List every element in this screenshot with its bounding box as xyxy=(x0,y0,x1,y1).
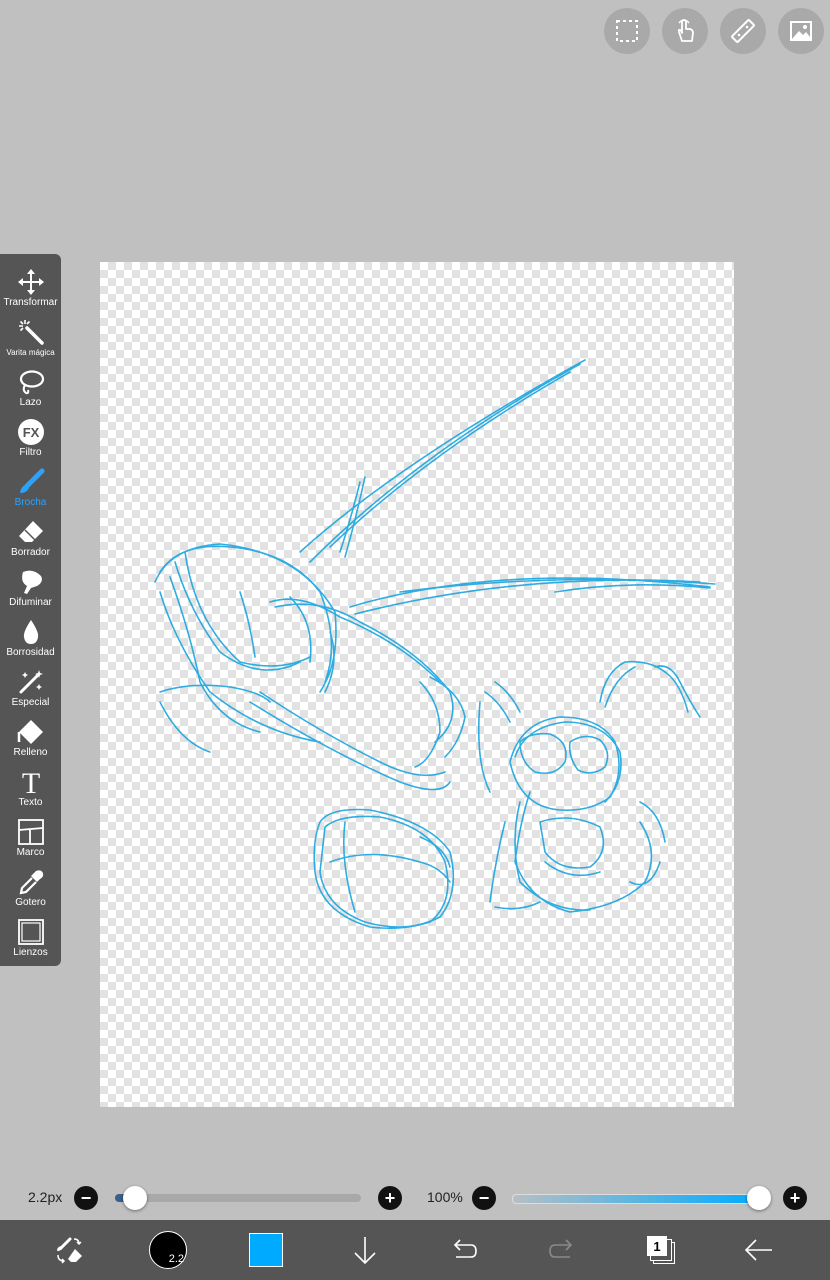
redo-icon xyxy=(549,1239,573,1258)
tool-blur[interactable]: Borrosidad xyxy=(0,609,61,659)
drawing-canvas[interactable] xyxy=(100,262,734,1107)
brush-size-value: 2.2px xyxy=(28,1189,63,1205)
eyedropper-icon xyxy=(19,869,43,894)
opacity-plus-button[interactable]: + xyxy=(783,1186,807,1210)
opacity-value: 100% xyxy=(427,1189,463,1205)
opacity-slider-thumb[interactable] xyxy=(747,1186,771,1210)
opacity-minus-button[interactable]: − xyxy=(472,1186,496,1210)
selection-icon xyxy=(616,20,638,42)
tool-brush[interactable]: Brocha xyxy=(0,459,61,509)
brush-size-slider-thumb[interactable] xyxy=(123,1186,147,1210)
tool-label: Lienzos xyxy=(13,947,48,958)
color-button[interactable] xyxy=(248,1220,284,1280)
tool-lasso[interactable]: Lazo xyxy=(0,359,61,409)
tool-sidebar: Transformar Varita mágica Lazo FX Filtro… xyxy=(0,254,61,966)
hand-button[interactable] xyxy=(662,8,708,54)
image-icon xyxy=(790,21,812,41)
tool-eyedropper[interactable]: Gotero xyxy=(0,859,61,909)
tool-label: Transformar xyxy=(3,297,58,308)
tool-label: Borrador xyxy=(11,547,50,558)
ruler-button[interactable] xyxy=(720,8,766,54)
sketch-drawing xyxy=(154,359,716,930)
undo-icon xyxy=(453,1239,477,1258)
redo-button[interactable] xyxy=(546,1220,580,1280)
droplet-icon xyxy=(23,619,38,644)
brush-size-badge-value: 2.2 xyxy=(168,1253,184,1265)
sparkle-pen-icon xyxy=(19,669,43,693)
swap-brush-eraser-button[interactable] xyxy=(48,1220,90,1280)
tool-label: Difuminar xyxy=(9,597,52,608)
selection-button[interactable] xyxy=(604,8,650,54)
swap-brush-eraser-icon xyxy=(57,1237,82,1264)
tool-label: Relleno xyxy=(13,747,48,758)
tool-smudge[interactable]: Difuminar xyxy=(0,559,61,609)
tool-fill[interactable]: Relleno xyxy=(0,709,61,759)
fx-icon: FX xyxy=(17,418,44,445)
tool-transform[interactable]: Transformar xyxy=(0,259,61,309)
tool-eraser[interactable]: Borrador xyxy=(0,509,61,559)
undo-button[interactable] xyxy=(446,1220,480,1280)
text-glyph: T xyxy=(21,768,39,796)
slider-row: 2.2px − + 100% − + xyxy=(0,1178,830,1218)
tool-label: Brocha xyxy=(14,497,47,508)
tool-text[interactable]: T Texto xyxy=(0,759,61,809)
tool-label: Varita mágica xyxy=(6,348,55,357)
brush-size-plus-button[interactable]: + xyxy=(378,1186,402,1210)
brush-size-slider-track[interactable] xyxy=(115,1194,361,1202)
tool-magic-wand[interactable]: Varita mágica xyxy=(0,309,61,359)
hand-icon xyxy=(677,19,694,42)
tool-label: Gotero xyxy=(15,897,46,908)
canvas-icon xyxy=(17,918,44,945)
tool-frame[interactable]: Marco xyxy=(0,809,61,859)
layers-icon: 1 xyxy=(647,1236,675,1264)
reference-image-button[interactable] xyxy=(778,8,824,54)
brush-size-button[interactable]: 2.2 xyxy=(148,1220,188,1280)
back-button[interactable] xyxy=(742,1220,776,1280)
eraser-icon xyxy=(18,520,43,542)
brush-size-badge: 2.2 xyxy=(149,1231,187,1269)
tool-label: Marco xyxy=(16,847,45,858)
tool-label: Lazo xyxy=(19,397,42,408)
current-color-swatch xyxy=(249,1233,283,1267)
layers-button[interactable]: 1 xyxy=(644,1220,678,1280)
tool-label: Filtro xyxy=(19,447,42,458)
tool-filter[interactable]: FX Filtro xyxy=(0,409,61,459)
tool-canvas[interactable]: Lienzos xyxy=(0,909,61,959)
arrow-left-icon xyxy=(744,1239,772,1261)
tool-special[interactable]: Especial xyxy=(0,659,61,709)
lasso-icon xyxy=(19,369,44,394)
tool-label: Especial xyxy=(11,697,50,708)
download-button[interactable] xyxy=(348,1220,382,1280)
smudge-icon xyxy=(21,570,42,594)
fill-bucket-icon xyxy=(17,719,43,744)
layer-count: 1 xyxy=(647,1236,667,1256)
fx-label: FX xyxy=(22,425,39,440)
tool-label: Texto xyxy=(18,797,43,808)
move-arrows-icon xyxy=(17,268,44,295)
frame-icon xyxy=(17,818,44,845)
arrow-down-icon xyxy=(354,1237,376,1265)
opacity-slider-track[interactable] xyxy=(512,1194,762,1204)
brush-size-minus-button[interactable]: − xyxy=(74,1186,98,1210)
text-icon: T xyxy=(21,768,39,796)
magic-wand-icon xyxy=(18,319,44,345)
ruler-icon xyxy=(731,19,755,43)
brush-icon xyxy=(19,468,44,493)
bottom-toolbar: 2.2 1 xyxy=(0,1220,830,1280)
tool-label: Borrosidad xyxy=(6,647,55,658)
